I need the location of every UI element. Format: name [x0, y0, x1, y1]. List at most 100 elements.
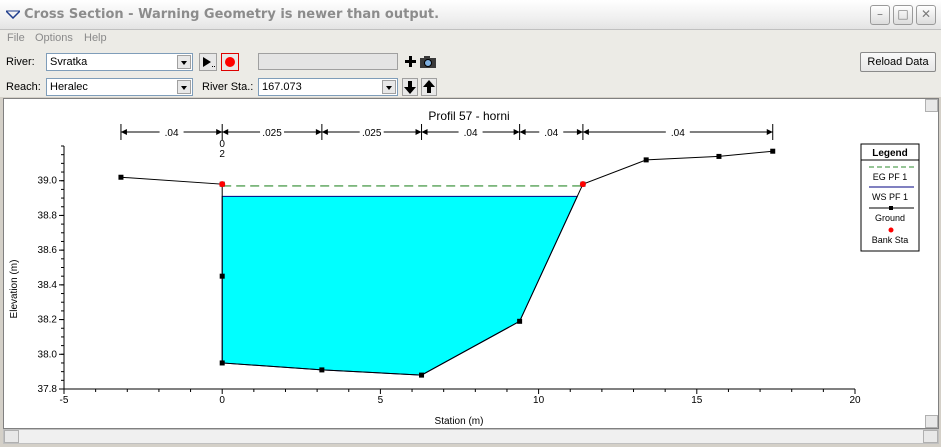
mannings-n-arrow — [582, 129, 589, 135]
scroll-down-button[interactable] — [925, 415, 938, 428]
legend-title: Legend — [872, 148, 908, 159]
close-button[interactable]: ✕ — [916, 5, 936, 25]
mannings-n-arrow — [576, 129, 583, 135]
play-icon — [203, 57, 215, 67]
scroll-right-button[interactable] — [923, 430, 938, 443]
y-tick-label: 37.8 — [38, 384, 58, 395]
horizontal-scrollbar[interactable] — [3, 429, 939, 444]
next-station-button[interactable] — [402, 78, 418, 96]
bank-station-point — [219, 181, 226, 188]
ground-point — [219, 360, 225, 366]
close-icon: ✕ — [920, 7, 932, 21]
minimize-button[interactable]: – — [870, 5, 890, 25]
mannings-n-label: .04 — [544, 128, 558, 139]
ground-point — [319, 367, 325, 373]
cross-section-chart: -5 0 5 10 15 20 37.8 38.0 38.2 38.4 38.6 38.8 39.0 .… — [9, 109, 920, 427]
mannings-n-label: .025 — [362, 128, 382, 139]
mannings-n-label: .04 — [165, 128, 179, 139]
x-tick-label: 0 — [219, 395, 225, 406]
bank-station-point — [579, 181, 586, 188]
y-tick-label: 38.0 — [38, 349, 58, 360]
mannings-n-arrow — [421, 129, 428, 135]
legend-ground-marker — [889, 206, 893, 210]
menu-bar: File Options Help — [0, 30, 941, 47]
camera-button[interactable] — [419, 53, 437, 71]
menu-help[interactable]: Help — [84, 32, 107, 44]
chart-title: Profil 57 - horni — [428, 109, 509, 123]
camera-icon — [420, 56, 436, 68]
y-tick-label: 38.4 — [38, 280, 58, 291]
ground-point — [716, 153, 722, 159]
water-surface-area — [221, 195, 579, 376]
reach-select-value: Heralec — [50, 81, 88, 93]
x-tick-label: 15 — [691, 395, 703, 406]
mannings-n-label: .04 — [671, 128, 685, 139]
previous-station-button[interactable] — [421, 78, 437, 96]
x-axis-label: Station (m) — [435, 416, 484, 427]
x-tick-label: -5 — [60, 395, 69, 406]
legend-item-ws: WS PF 1 — [872, 192, 908, 202]
chevron-down-icon[interactable] — [177, 55, 191, 69]
mannings-n-label: .025 — [262, 128, 282, 139]
menu-options[interactable]: Options — [35, 32, 73, 44]
mannings-n-arrow — [315, 129, 322, 135]
legend-item-bank: Bank Sta — [872, 235, 909, 245]
record-button[interactable] — [221, 53, 239, 71]
mannings-n-arrow — [766, 129, 773, 135]
reload-data-button[interactable]: Reload Data — [860, 52, 936, 72]
river-sta-value: 167.073 — [262, 81, 302, 93]
river-select[interactable]: Svratka — [46, 53, 193, 71]
river-sta-select[interactable]: 167.073 — [258, 78, 398, 96]
animation-progress — [258, 53, 398, 70]
river-sta-label: River Sta.: — [202, 81, 254, 93]
ground-point — [770, 148, 776, 154]
y-tick-label: 39.0 — [38, 176, 58, 187]
maximize-icon: □ — [897, 7, 909, 21]
record-icon — [225, 57, 235, 67]
arrow-down-icon — [404, 81, 416, 94]
river-label: River: — [6, 56, 35, 68]
mannings-n-arrow — [321, 129, 328, 135]
title-bar: Cross Section - Warning Geometry is newe… — [0, 0, 941, 30]
reach-select[interactable]: Heralec — [46, 78, 193, 96]
reach-label: Reach: — [6, 81, 41, 93]
x-tick-label: 20 — [849, 395, 861, 406]
scroll-left-button[interactable] — [4, 430, 19, 443]
y-tick-label: 38.2 — [38, 315, 58, 326]
plus-icon — [405, 56, 416, 67]
legend-item-eg: EG PF 1 — [873, 172, 908, 182]
legend-item-ground: Ground — [875, 213, 905, 223]
legend: Legend EG PF 1 WS PF 1 Ground Bank Sta — [860, 143, 920, 252]
ground-point — [118, 174, 124, 180]
x-tick-label: 5 — [378, 395, 384, 406]
mannings-n-arrow — [216, 129, 223, 135]
mannings-n-arrow — [519, 129, 526, 135]
app-icon — [6, 10, 20, 19]
menu-file[interactable]: File — [7, 32, 25, 44]
maximize-button[interactable]: □ — [893, 5, 913, 25]
arrow-up-icon — [423, 80, 435, 93]
chevron-down-icon[interactable] — [382, 80, 396, 94]
window-title: Cross Section - Warning Geometry is newe… — [24, 7, 440, 22]
mannings-n-label: .04 — [464, 128, 478, 139]
add-plot-button[interactable] — [402, 53, 420, 71]
x-tick-label: 10 — [533, 395, 545, 406]
mannings-n-arrow — [120, 129, 127, 135]
y-axis-label: Elevation (m) — [9, 260, 20, 319]
mannings-n-arrow — [222, 129, 229, 135]
legend-bank-marker — [888, 227, 894, 233]
station-annotation: 2 — [219, 149, 225, 160]
ground-point — [219, 273, 225, 279]
scroll-up-button[interactable] — [925, 99, 938, 112]
y-tick-label: 38.6 — [38, 245, 58, 256]
toolbar: River: Svratka Reload Data Reach: Herale… — [0, 47, 941, 97]
ground-point — [517, 318, 523, 324]
mannings-n-arrow — [513, 129, 520, 135]
mannings-n-arrow — [415, 129, 422, 135]
ground-point — [419, 372, 425, 378]
minimize-icon: – — [877, 7, 883, 21]
chevron-down-icon[interactable] — [177, 80, 191, 94]
plot-area: -5 0 5 10 15 20 37.8 38.0 38.2 38.4 38.6 38.8 39.0 .… — [3, 98, 939, 429]
y-tick-label: 38.8 — [38, 210, 58, 221]
play-button[interactable] — [199, 53, 217, 71]
